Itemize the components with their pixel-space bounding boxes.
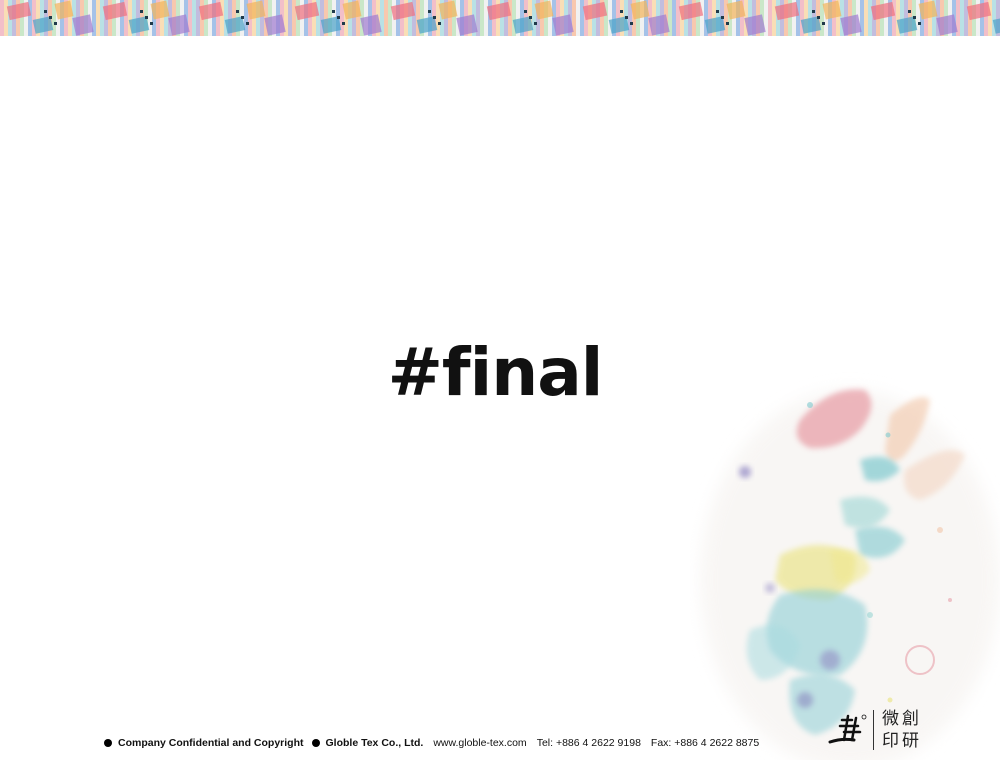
watercolor-decoration xyxy=(690,360,1000,760)
top-decorative-banner xyxy=(0,0,1000,36)
footer-fax: Fax: +886 4 2622 8875 xyxy=(650,737,760,749)
footer-company: Globle Tex Co., Ltd. xyxy=(325,737,424,749)
bullet-icon xyxy=(104,739,112,747)
logo-divider xyxy=(873,710,874,750)
footer-tel: Tel: +886 4 2622 9198 xyxy=(536,737,641,749)
logo-text-line2: 印研 xyxy=(882,731,922,751)
footer-confidential: Company Confidential and Copyright xyxy=(118,737,304,749)
company-logo: 微創 印研 xyxy=(828,706,938,754)
banner-pattern xyxy=(0,0,1000,36)
footer-website[interactable]: www.globle-tex.com xyxy=(433,737,526,749)
footer: Company Confidential and Copyright Globl… xyxy=(104,735,759,751)
watercolor-splash-image xyxy=(700,389,1000,760)
bullet-icon xyxy=(311,739,320,747)
logo-mark-icon xyxy=(828,714,867,744)
logo-text-line1: 微創 xyxy=(882,709,922,729)
